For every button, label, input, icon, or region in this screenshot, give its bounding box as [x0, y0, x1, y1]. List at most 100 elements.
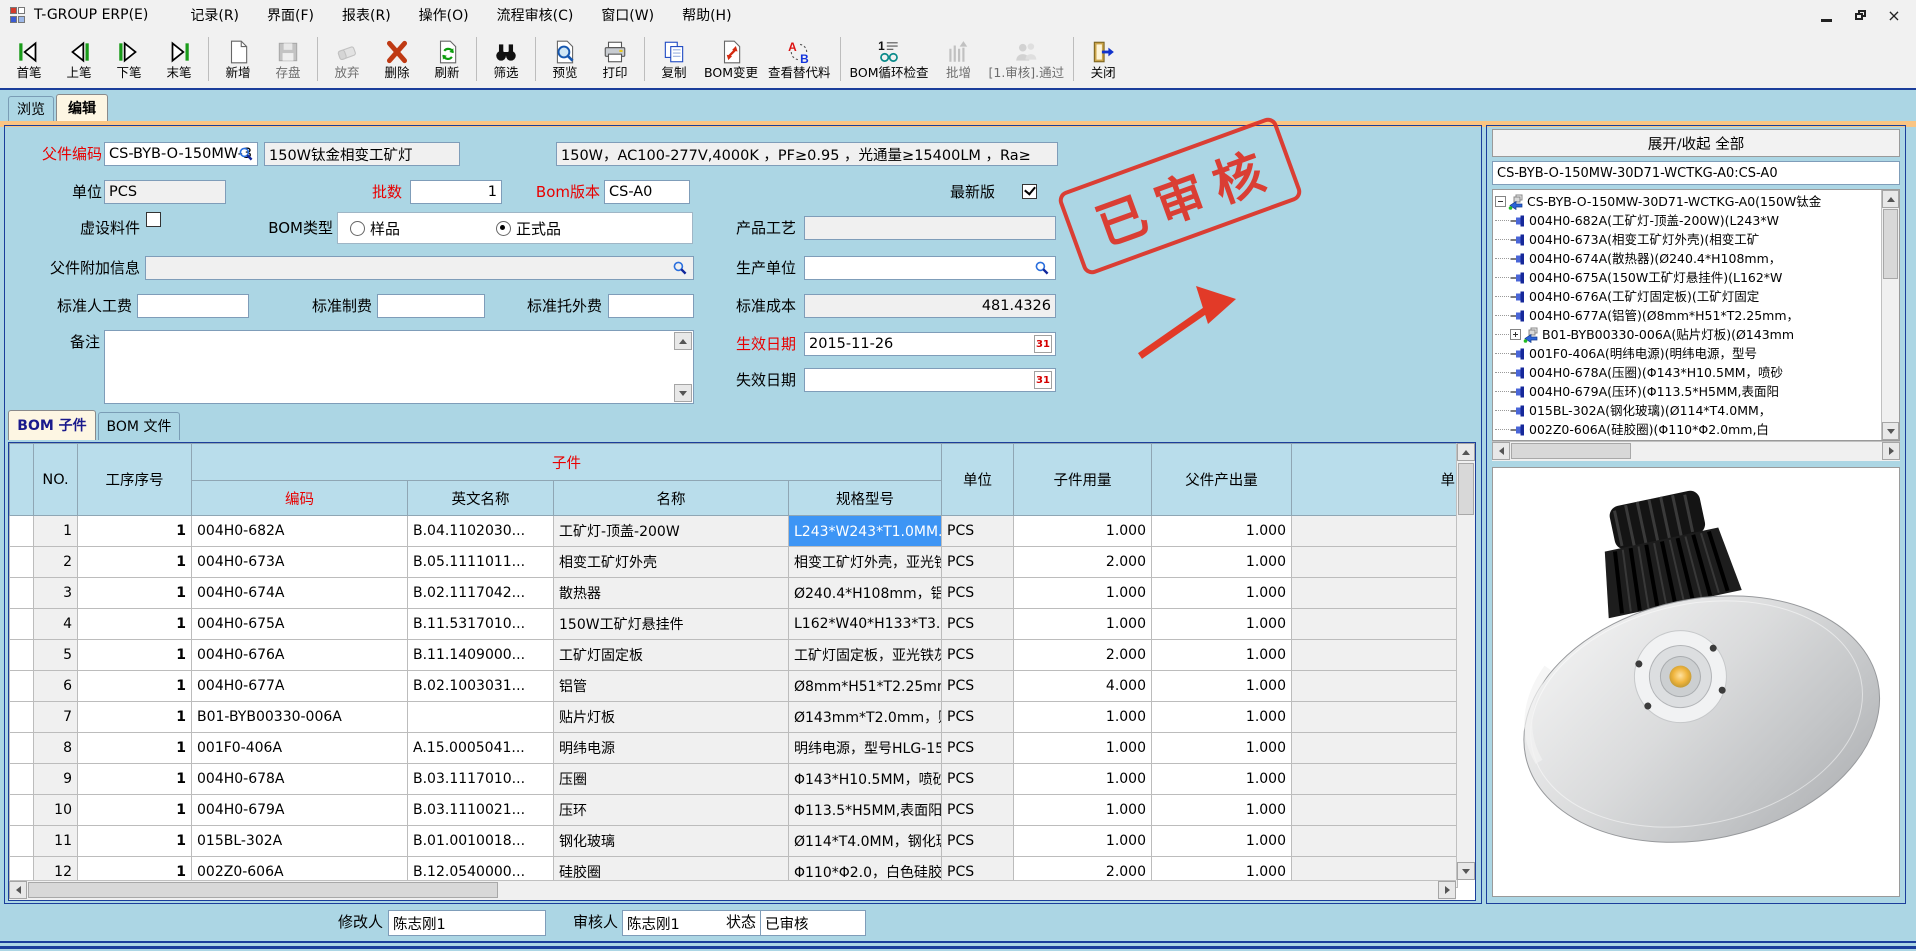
cell-no[interactable]: 2	[34, 547, 78, 578]
status-input[interactable]	[760, 910, 866, 936]
toolbar-button-delete[interactable]: 删除	[372, 37, 422, 82]
minimize-button[interactable]	[1812, 4, 1840, 26]
modifier-input[interactable]	[388, 910, 546, 936]
cell-pqty[interactable]: 1.000	[1152, 671, 1292, 702]
scroll-left-button[interactable]	[9, 881, 27, 899]
cell-name[interactable]: 工矿灯固定板	[554, 640, 789, 671]
parent-extra-lookup-button[interactable]	[670, 258, 690, 278]
cell-name[interactable]: 明纬电源	[554, 733, 789, 764]
std-cost-input[interactable]	[804, 294, 1056, 318]
toolbar-button-substitute-view[interactable]: AB查看替代料	[763, 37, 836, 82]
cell-no[interactable]: 10	[34, 795, 78, 826]
cell-name[interactable]: 150W工矿灯悬挂件	[554, 609, 789, 640]
cell-name[interactable]: 压环	[554, 795, 789, 826]
calendar-icon[interactable]: 31	[1034, 371, 1052, 389]
parent-extra-input[interactable]	[145, 256, 694, 280]
menu-item-3[interactable]: 操作(O)	[405, 1, 483, 29]
cell-qty[interactable]: 1.000	[1014, 516, 1152, 547]
scroll-right-button[interactable]	[1882, 442, 1900, 460]
std-outsource-input[interactable]	[608, 294, 694, 318]
cell-en[interactable]: B.05.1111011...	[408, 547, 554, 578]
toolbar-button-bom-loop-check[interactable]: 1BOM循环检查	[845, 37, 934, 82]
cell-unit[interactable]: PCS	[942, 764, 1014, 795]
tree-vertical-scrollbar[interactable]	[1881, 190, 1899, 440]
toolbar-button-print[interactable]: 打印	[590, 37, 640, 82]
cell-pqty[interactable]: 1.000	[1152, 640, 1292, 671]
virtual-checkbox[interactable]	[146, 212, 161, 227]
toolbar-button-preview[interactable]: 预览	[540, 37, 590, 82]
cell-spec[interactable]: 工矿灯固定板，亚光铁灰...	[789, 640, 942, 671]
cell-pqty[interactable]: 1.000	[1152, 516, 1292, 547]
toolbar-button-close-exit[interactable]: 关闭	[1078, 37, 1128, 82]
cell-seq[interactable]: 1	[78, 795, 192, 826]
cell-no[interactable]: 11	[34, 826, 78, 857]
cell-en[interactable]: B.11.5317010...	[408, 609, 554, 640]
cell-en[interactable]: B.04.1102030...	[408, 516, 554, 547]
bom-version-input[interactable]	[604, 180, 690, 204]
cell-no[interactable]: 6	[34, 671, 78, 702]
cell-en[interactable]: B.01.0010018...	[408, 826, 554, 857]
cell-spec[interactable]: Ø143mm*T2.0mm，贴3030...	[789, 702, 942, 733]
prod-unit-input[interactable]	[804, 256, 1056, 280]
cell-name[interactable]: 相变工矿灯外壳	[554, 547, 789, 578]
scroll-right-button[interactable]	[1438, 881, 1456, 899]
cell-code[interactable]: 004H0-673A	[192, 547, 408, 578]
cell-unit[interactable]: PCS	[942, 671, 1014, 702]
scroll-down-button[interactable]	[674, 384, 692, 402]
parent-name-input[interactable]	[264, 142, 460, 166]
parent-code-lookup-button[interactable]	[236, 144, 256, 164]
cell-seq[interactable]: 1	[78, 826, 192, 857]
cell-no[interactable]: 3	[34, 578, 78, 609]
toolbar-button-filter[interactable]: 筛选	[481, 37, 531, 82]
cell-qty[interactable]: 1.000	[1014, 609, 1152, 640]
cell-pqty[interactable]: 1.000	[1152, 578, 1292, 609]
cell-en[interactable]	[408, 702, 554, 733]
cell-no[interactable]: 5	[34, 640, 78, 671]
cell-spec[interactable]: 相变工矿灯外壳，亚光铁...	[789, 547, 942, 578]
cell-unit[interactable]: PCS	[942, 733, 1014, 764]
cell-unit[interactable]: PCS	[942, 702, 1014, 733]
cell-en[interactable]: B.11.1409000...	[408, 640, 554, 671]
bom-type-option-formal[interactable]: 正式品	[496, 218, 561, 239]
cell-pqty[interactable]: 1.000	[1152, 702, 1292, 733]
cell-qty[interactable]: 1.000	[1014, 702, 1152, 733]
cell-qty[interactable]: 1.000	[1014, 764, 1152, 795]
cell-seq[interactable]: 1	[78, 578, 192, 609]
prod-unit-lookup-button[interactable]	[1032, 258, 1052, 278]
tree-item[interactable]: 004H0-678A(压圈)(Φ143*H10.5MM，喷砂	[1495, 363, 1879, 382]
cell-qty[interactable]: 2.000	[1014, 547, 1152, 578]
cell-en[interactable]: B.02.1003031...	[408, 671, 554, 702]
cell-pqty[interactable]: 1.000	[1152, 826, 1292, 857]
bom-version-combobox[interactable]: CS-BYB-O-150MW-30D71-WCTKG-A0:CS-A0	[1492, 161, 1900, 185]
cell-seq[interactable]: 1	[78, 733, 192, 764]
menu-item-2[interactable]: 报表(R)	[328, 1, 405, 29]
tree-item[interactable]: 001F0-406A(明纬电源)(明纬电源，型号	[1495, 344, 1879, 363]
cell-name[interactable]: 散热器	[554, 578, 789, 609]
toolbar-button-last-record[interactable]: 末笔	[154, 37, 204, 82]
cell-en[interactable]: B.02.1117042...	[408, 578, 554, 609]
tab-bom-files[interactable]: BOM 文件	[98, 412, 180, 440]
table-horizontal-scrollbar[interactable]	[9, 880, 1456, 900]
scrollbar-thumb[interactable]	[1883, 209, 1898, 279]
cell-qty[interactable]: 1.000	[1014, 795, 1152, 826]
toolbar-button-refresh[interactable]: 刷新	[422, 37, 472, 82]
cell-pqty[interactable]: 1.000	[1152, 609, 1292, 640]
cell-no[interactable]: 1	[34, 516, 78, 547]
cell-code[interactable]: 004H0-675A	[192, 609, 408, 640]
latest-checkbox[interactable]	[1022, 184, 1037, 199]
cell-spec[interactable]: L162*W40*H133*T3.0MM,...	[789, 609, 942, 640]
cell-name[interactable]: 铝管	[554, 671, 789, 702]
collapse-minus-icon[interactable]	[1495, 196, 1506, 207]
cell-seq[interactable]: 1	[78, 547, 192, 578]
cell-unit[interactable]: PCS	[942, 640, 1014, 671]
cell-spec[interactable]: Ø240.4*H108mm，铝6063...	[789, 578, 942, 609]
cell-spec[interactable]: Ø8mm*H51*T2.25mm，铝6...	[789, 671, 942, 702]
tree-horizontal-scrollbar[interactable]	[1492, 441, 1900, 461]
toolbar-button-new-record[interactable]: 新增	[213, 37, 263, 82]
cell-code[interactable]: 004H0-682A	[192, 516, 408, 547]
craft-input[interactable]	[804, 216, 1056, 240]
calendar-icon[interactable]: 31	[1034, 335, 1052, 353]
tree-item[interactable]: 004H0-679A(压环)(Φ113.5*H5MM,表面阳	[1495, 382, 1879, 401]
menu-item-5[interactable]: 窗口(W)	[587, 1, 668, 29]
cell-spec[interactable]: L243*W243*T1.0MM.亚光...	[789, 516, 942, 547]
